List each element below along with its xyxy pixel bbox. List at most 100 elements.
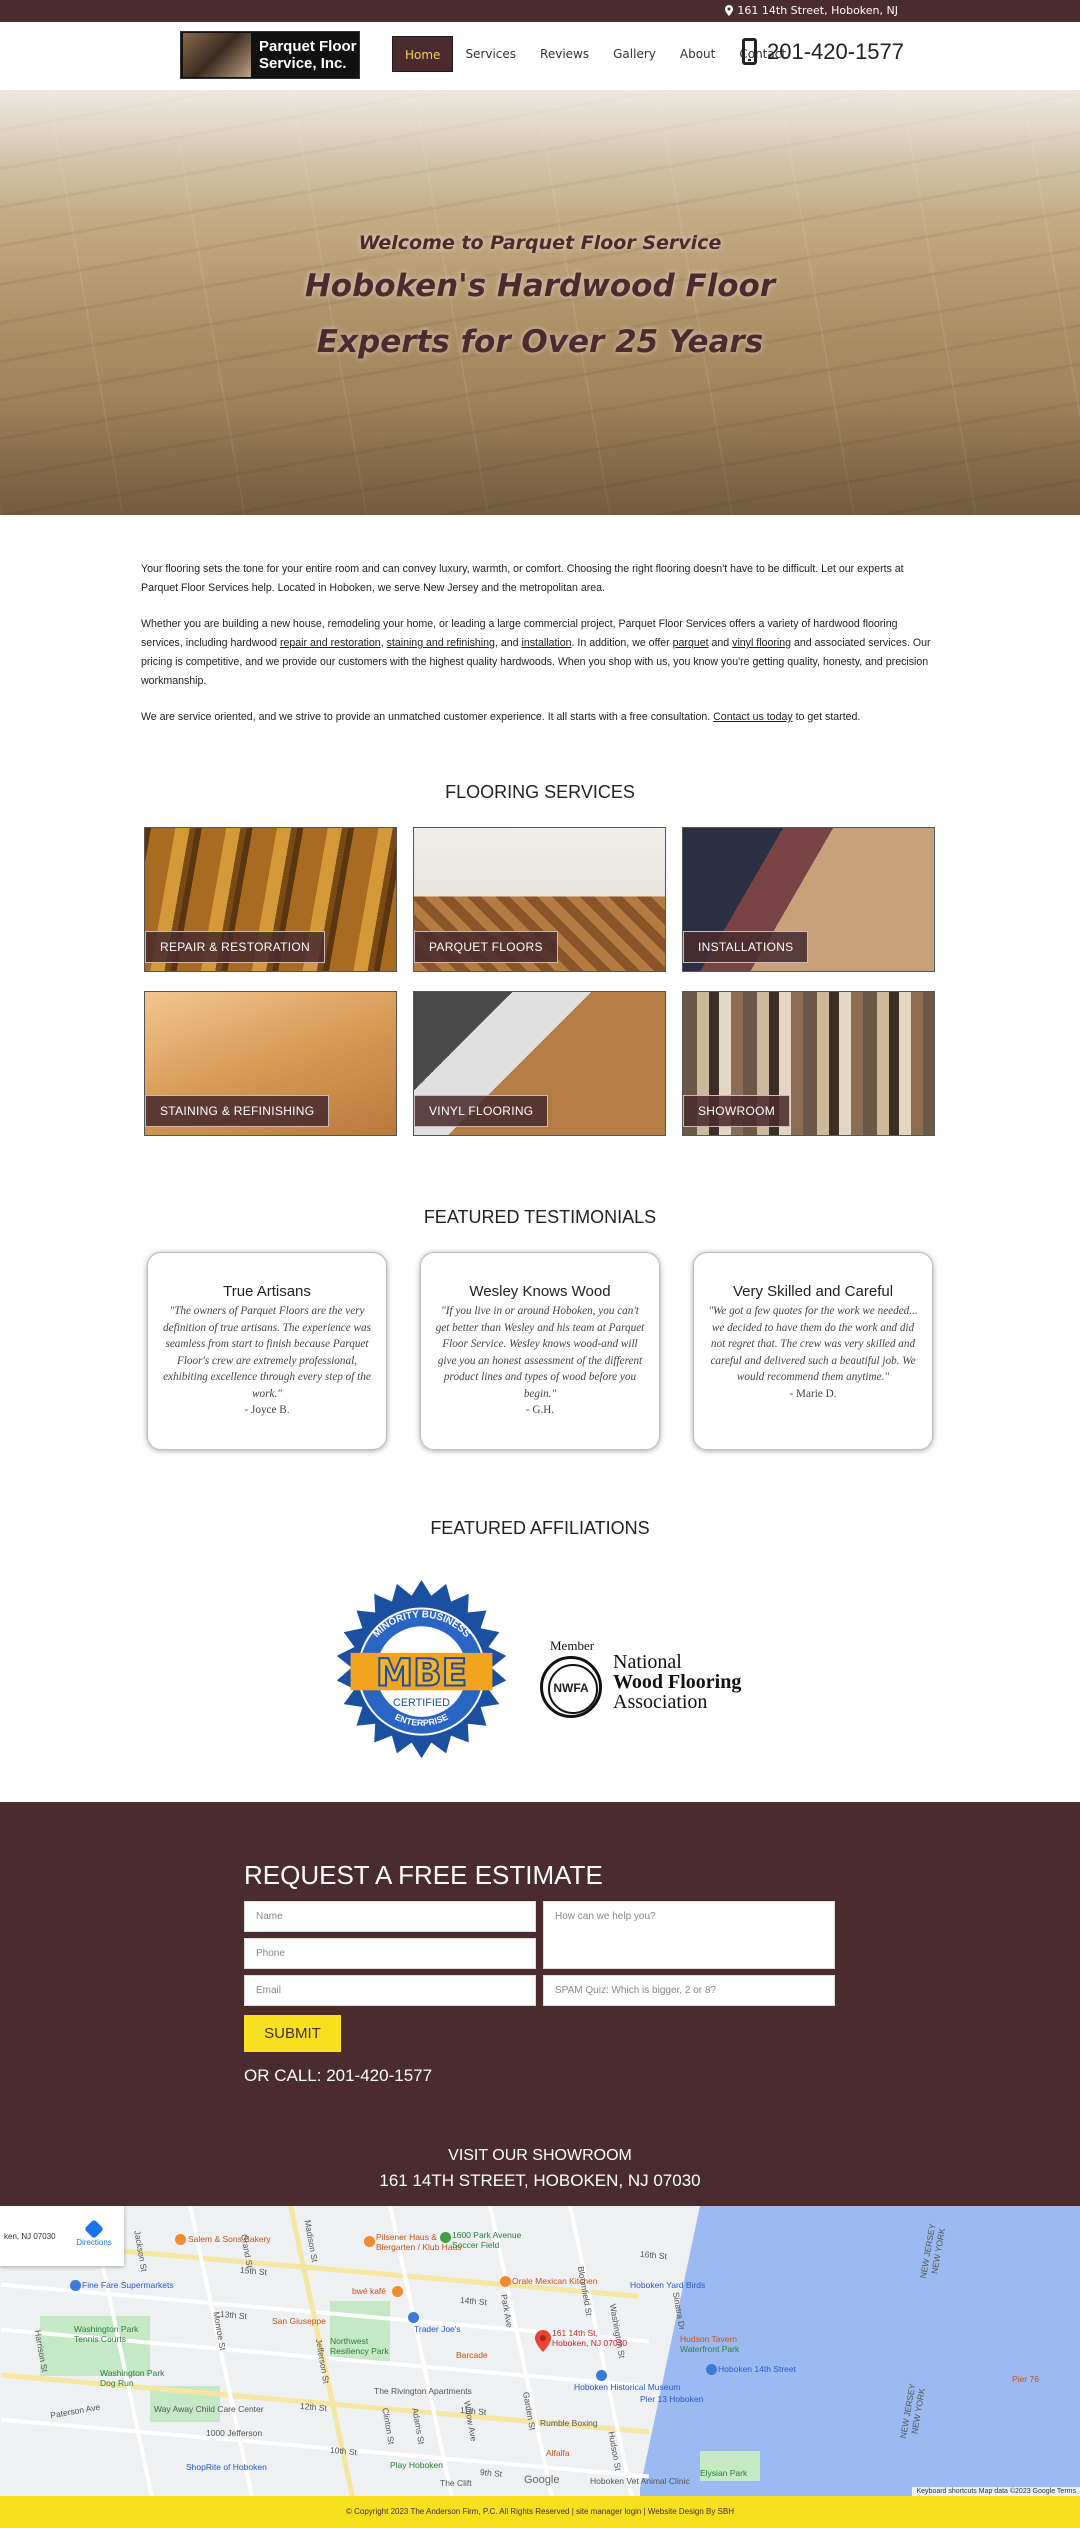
map-label: Barcade	[456, 2350, 488, 2360]
service-card-parquet[interactable]: PARQUET FLOORS	[413, 827, 666, 972]
map-label: Rumble Boxing	[540, 2418, 598, 2428]
testimonial-card: Wesley Knows Wood "If you live in or aro…	[420, 1252, 660, 1450]
map-label: Trader Joe's	[414, 2324, 461, 2334]
logo-text-line-1: Parquet Floor	[259, 38, 357, 55]
header-address-text: 161 14th Street, Hoboken, NJ	[737, 4, 898, 17]
link-installation[interactable]: installation	[521, 637, 571, 649]
nwfa-line-3: Association	[613, 1691, 708, 1713]
services-title: FLOORING SERVICES	[445, 782, 635, 802]
map-poi-park-icon[interactable]	[440, 2232, 451, 2243]
map-label: Alfalfa	[546, 2448, 570, 2458]
map-label: Elysian Park	[700, 2468, 748, 2478]
showroom-info: VISIT OUR SHOWROOM 161 14TH STREET, HOBO…	[0, 2147, 1080, 2191]
map-label: 1000 Jefferson	[206, 2428, 263, 2438]
nav-gallery[interactable]: Gallery	[601, 36, 668, 72]
map-label: Pier 13 Hoboken	[640, 2394, 704, 2404]
map-poi-restaurant-icon[interactable]	[364, 2236, 375, 2247]
map-label: Soccer Field	[452, 2240, 500, 2250]
service-label: SHOWROOM	[683, 1095, 791, 1127]
map-street-label: Jefferson St	[313, 2337, 332, 2385]
or-call-text[interactable]: OR CALL: 201-420-1577	[244, 2066, 432, 2086]
testimonial-title: Wesley Knows Wood	[469, 1283, 611, 1300]
testimonial-author: - G.H.	[525, 1404, 555, 1416]
map-poi-restaurant-icon[interactable]	[500, 2276, 511, 2287]
testimonial-title: True Artisans	[223, 1283, 311, 1300]
map-marker-label: Hoboken, NJ 07030	[552, 2338, 628, 2348]
link-vinyl-flooring[interactable]: vinyl flooring	[732, 637, 791, 649]
service-label: REPAIR & RESTORATION	[145, 931, 326, 963]
nwfa-logo[interactable]: Member NWFA National Wood Flooring Assoc…	[540, 1638, 760, 1718]
intro-paragraph-2: Whether you are building a new house, re…	[141, 615, 939, 691]
map-label: Washington Park	[74, 2324, 139, 2334]
email-field[interactable]: Email	[244, 1975, 536, 2006]
map-attribution[interactable]: Keyboard shortcuts Map data ©2023 Google…	[912, 2487, 1080, 2496]
service-card-showroom[interactable]: SHOWROOM	[682, 991, 935, 1136]
mobile-phone-icon	[742, 38, 757, 65]
map-street-label: Paterson Ave	[49, 2401, 101, 2421]
nav-reviews[interactable]: Reviews	[528, 36, 601, 72]
spam-quiz-field[interactable]: SPAM Quiz: Which is bigger, 2 or 8?	[543, 1975, 835, 2006]
showroom-title: VISIT OUR SHOWROOM	[448, 2147, 632, 2164]
map-label: The Rivington Apartments	[374, 2386, 472, 2396]
google-map[interactable]: Salem & Sons Bakery Pilsener Haus & Bier…	[0, 2206, 1080, 2496]
nwfa-seal-text: NWFA	[553, 1681, 589, 1695]
testimonial-card: True Artisans "The owners of Parquet Flo…	[147, 1252, 387, 1450]
map-pin-icon	[725, 5, 734, 16]
map-label: The Clift	[440, 2478, 472, 2488]
map-poi-cafe-icon[interactable]	[392, 2286, 403, 2297]
service-label: PARQUET FLOORS	[414, 931, 558, 963]
map-label: Biergarten / Klub Haus	[376, 2242, 462, 2252]
submit-button[interactable]: SUBMIT	[244, 2015, 341, 2052]
map-poi-ferry-icon[interactable]	[706, 2364, 717, 2375]
nav-services[interactable]: Services	[453, 36, 528, 72]
showroom-address: 161 14TH STREET, HOBOKEN, NJ 07030	[379, 2171, 701, 2190]
estimate-title: REQUEST A FREE ESTIMATE	[244, 1860, 603, 1890]
map-poi-shop-icon[interactable]	[70, 2280, 81, 2291]
map-label: Play Hoboken	[390, 2460, 443, 2470]
testimonial-quote: "The owners of Parquet Floors are the ve…	[163, 1305, 371, 1400]
logo-text: Parquet Floor Service, Inc.	[259, 38, 357, 72]
nav-about[interactable]: About	[668, 36, 727, 72]
map-label: Hoboken Vet Animal Clinic	[590, 2476, 690, 2486]
map-label: Northwest	[330, 2336, 369, 2346]
logo-text-line-2: Service, Inc.	[259, 55, 347, 72]
map-directions-label: Directions	[76, 2238, 112, 2247]
phone-field[interactable]: Phone	[244, 1938, 536, 1969]
map-label: Hoboken Yard Birds	[630, 2280, 706, 2290]
header-phone[interactable]: 201-420-1577	[742, 38, 904, 65]
site-logo[interactable]: Parquet Floor Service, Inc.	[180, 31, 360, 79]
testimonial-quote: "We got a few quotes for the work we nee…	[708, 1305, 918, 1383]
map-label: 1600 Park Avenue	[452, 2230, 522, 2240]
service-card-staining[interactable]: STAINING & REFINISHING	[144, 991, 397, 1136]
link-repair-restoration[interactable]: repair and restoration	[280, 637, 381, 649]
nav-home[interactable]: Home	[392, 36, 454, 72]
map-label: San Giuseppe	[272, 2316, 326, 2326]
map-poi-restaurant-icon[interactable]	[175, 2234, 186, 2245]
map-street-label: 15th St	[239, 2264, 268, 2278]
link-contact-us[interactable]: Contact us today	[713, 711, 793, 723]
service-card-installations[interactable]: INSTALLATIONS	[682, 827, 935, 972]
hero-text: Welcome to Parquet Floor Service Hoboken…	[0, 232, 1080, 370]
logo-photo	[183, 33, 251, 77]
map-street-label: Madison St	[302, 2219, 320, 2263]
estimate-section: REQUEST A FREE ESTIMATE Name Phone Email…	[0, 1802, 1080, 2206]
map-label: Fine Fare Supermarkets	[82, 2280, 174, 2290]
service-card-vinyl[interactable]: VINYL FLOORING	[413, 991, 666, 1136]
link-parquet[interactable]: parquet	[673, 637, 709, 649]
map-poi-shop-icon[interactable]	[408, 2312, 419, 2323]
header-address: 161 14th Street, Hoboken, NJ	[725, 4, 898, 17]
mbe-certified-badge[interactable]: MINORITY BUSINESS MBE CERTIFIED ENTERPRI…	[323, 1578, 520, 1775]
header-phone-number[interactable]: 201-420-1577	[767, 39, 904, 65]
directions-icon	[84, 2219, 104, 2239]
map-directions-button[interactable]: Directions	[74, 2219, 114, 2247]
message-textarea[interactable]: How can we help you?	[543, 1901, 835, 1969]
map-label: bwé kafé	[352, 2286, 387, 2296]
service-card-repair[interactable]: REPAIR & RESTORATION	[144, 827, 397, 972]
intro-text: and	[708, 637, 733, 649]
name-field[interactable]: Name	[244, 1901, 536, 1932]
link-staining-refinishing[interactable]: staining and refinishing	[387, 637, 495, 649]
map-poi-museum-icon[interactable]	[596, 2370, 607, 2381]
intro-text: . In addition, we offer	[571, 637, 673, 649]
map-marker-icon[interactable]	[535, 2330, 551, 2352]
map-label: Washington Park	[100, 2368, 165, 2378]
